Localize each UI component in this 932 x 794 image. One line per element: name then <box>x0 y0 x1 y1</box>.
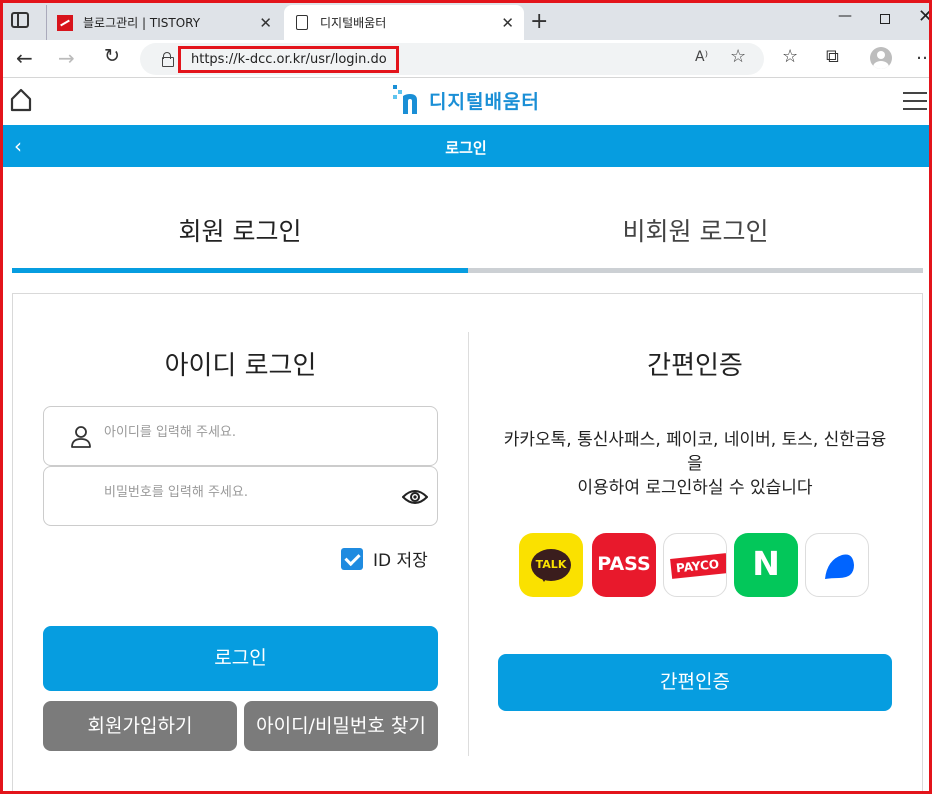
browser-tab-tistory[interactable]: 블로그관리 | TISTORY ✕ <box>46 5 282 40</box>
easy-auth-title: 간편인증 <box>647 351 743 381</box>
active-tab-indicator <box>12 268 468 273</box>
save-id-option[interactable]: ID 저장 <box>341 546 428 571</box>
home-icon[interactable] <box>10 88 32 112</box>
page-favicon-icon <box>296 15 308 30</box>
collections-icon[interactable]: ⧉ <box>826 46 839 67</box>
find-id-password-button[interactable]: 아이디/비밀번호 찾기 <box>244 701 438 751</box>
lock-icon[interactable] <box>162 52 174 67</box>
logo-mark-icon <box>393 85 417 114</box>
page-title: 로그인 <box>445 139 487 157</box>
password-input[interactable] <box>104 485 384 500</box>
tab-close-icon[interactable]: ✕ <box>259 14 272 32</box>
tab-close-icon[interactable]: ✕ <box>501 14 514 32</box>
browser-tab-active[interactable]: 디지털배움터 ✕ <box>284 5 524 40</box>
join-button[interactable]: 회원가입하기 <box>43 701 237 751</box>
browser-tab-title: 블로그관리 | TISTORY <box>83 16 201 30</box>
save-id-checkbox[interactable] <box>341 547 363 570</box>
toss-icon[interactable] <box>805 533 869 597</box>
naver-label: N <box>752 544 780 583</box>
page-title-bar: ‹ 로그인 <box>0 125 932 167</box>
add-favorite-icon[interactable]: ☆ <box>730 46 746 67</box>
id-input[interactable] <box>104 425 384 440</box>
tab-guest-login[interactable]: 비회원 로그인 <box>468 212 923 248</box>
panel-divider <box>468 332 469 756</box>
pass-icon[interactable]: PASS <box>592 533 656 597</box>
easy-auth-description-text: 카카오톡, 통신사패스, 페이코, 네이버, 토스, 신한금융을 이용하여 로그… <box>503 430 887 498</box>
logo-text: 디지털배움터 <box>429 90 540 113</box>
site-header: 디지털배움터 <box>0 78 932 125</box>
hamburger-menu-icon[interactable] <box>903 92 927 110</box>
payco-icon[interactable]: PAYCO <box>663 533 727 597</box>
more-menu-icon[interactable]: … <box>916 43 932 64</box>
reload-button[interactable]: ↻ <box>104 45 120 67</box>
save-id-label[interactable]: ID 저장 <box>373 546 428 571</box>
window-maximize-button[interactable] <box>880 14 890 24</box>
window-close-button[interactable]: ✕ <box>918 6 932 27</box>
easy-auth-description: 카카오톡, 통신사패스, 페이코, 네이버, 토스, 신한금융을 이용하여 로그… <box>498 428 892 500</box>
inactive-tab-indicator <box>468 268 923 273</box>
user-icon <box>71 426 91 448</box>
password-field[interactable] <box>43 466 438 526</box>
new-tab-button[interactable]: + <box>530 9 548 34</box>
naver-icon[interactable]: N <box>734 533 798 597</box>
kakao-talk-icon[interactable]: TALK <box>519 533 583 597</box>
tab-member-login[interactable]: 회원 로그인 <box>12 212 468 248</box>
browser-tab-title: 디지털배움터 <box>320 16 387 30</box>
toss-logo-icon <box>825 554 854 579</box>
window-minimize-button[interactable]: — <box>838 8 852 24</box>
profile-avatar[interactable] <box>870 47 892 69</box>
back-button[interactable]: ← <box>16 46 33 70</box>
browser-tab-strip: 블로그관리 | TISTORY ✕ 디지털배움터 ✕ + — ✕ <box>0 0 932 40</box>
easy-auth-button[interactable]: 간편인증 <box>498 654 892 711</box>
url-text[interactable]: https://k-dcc.or.kr/usr/login.do <box>178 46 399 73</box>
browser-toolbar: ← → ↻ https://k-dcc.or.kr/usr/login.do A… <box>0 40 932 78</box>
id-login-title: 아이디 로그인 <box>164 351 317 381</box>
favorites-icon[interactable]: ☆ <box>782 46 798 67</box>
address-bar[interactable]: https://k-dcc.or.kr/usr/login.do A⁾ ☆ <box>140 43 764 75</box>
kakao-talk-label: TALK <box>531 549 571 582</box>
login-button[interactable]: 로그인 <box>43 626 438 691</box>
site-logo[interactable]: 디지털배움터 <box>393 85 540 115</box>
id-field[interactable] <box>43 406 438 466</box>
payco-label: PAYCO <box>670 553 726 579</box>
read-aloud-icon[interactable]: A⁾ <box>695 49 708 65</box>
tistory-favicon-icon <box>57 14 73 31</box>
forward-button[interactable]: → <box>58 46 75 70</box>
pass-label: PASS <box>597 553 651 575</box>
tab-actions-icon[interactable] <box>11 12 29 28</box>
show-password-eye-icon[interactable] <box>402 489 428 505</box>
